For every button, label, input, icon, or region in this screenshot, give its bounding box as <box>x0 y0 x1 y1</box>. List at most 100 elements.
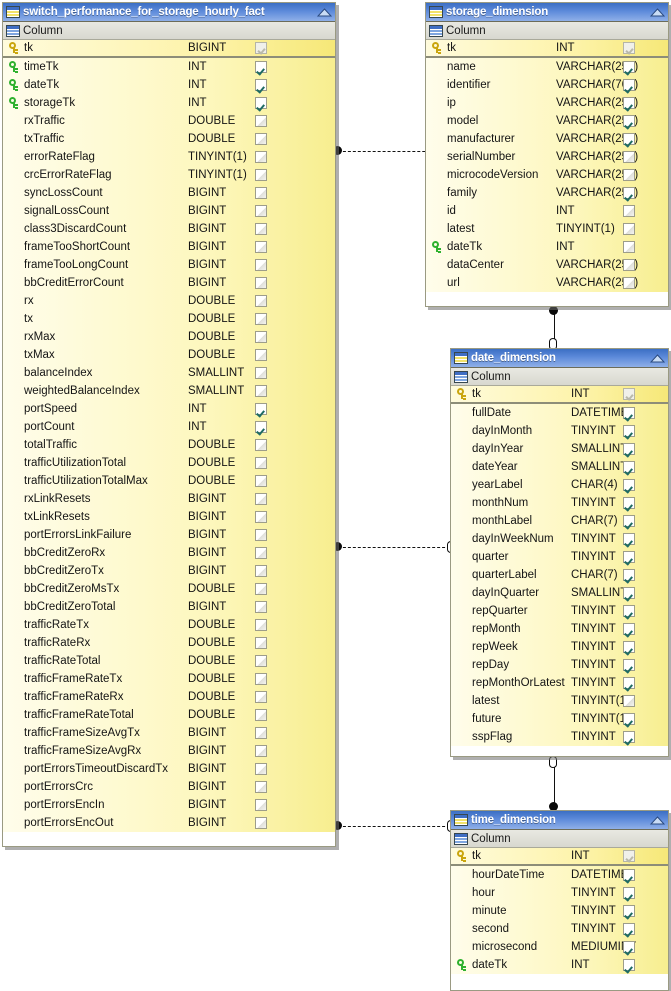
column-row[interactable]: signalLossCount BIGINT <box>3 202 335 220</box>
column-row[interactable]: dateTk INT <box>451 956 668 974</box>
column-row[interactable]: dateYear SMALLINT <box>451 458 668 476</box>
column-nullable-checkbox[interactable] <box>617 461 641 473</box>
column-nullable-checkbox[interactable] <box>617 388 641 400</box>
column-row[interactable]: portCount INT <box>3 418 335 436</box>
column-nullable-checkbox[interactable] <box>249 133 273 145</box>
column-row[interactable]: rxTraffic DOUBLE <box>3 112 335 130</box>
column-row[interactable]: rxLinkResets BIGINT <box>3 490 335 508</box>
column-nullable-checkbox[interactable] <box>249 151 273 163</box>
column-row[interactable]: serialNumber VARCHAR(255) <box>426 148 668 166</box>
column-row[interactable]: syncLossCount BIGINT <box>3 184 335 202</box>
column-nullable-checkbox[interactable] <box>249 277 273 289</box>
column-nullable-checkbox[interactable] <box>617 223 641 235</box>
column-row[interactable]: trafficFrameRateTx DOUBLE <box>3 670 335 688</box>
column-nullable-checkbox[interactable] <box>617 641 641 653</box>
column-row[interactable]: repDay TINYINT <box>451 656 668 674</box>
column-nullable-checkbox[interactable] <box>249 565 273 577</box>
column-nullable-checkbox[interactable] <box>249 205 273 217</box>
column-nullable-checkbox[interactable] <box>249 781 273 793</box>
column-row[interactable]: portErrorsTimeoutDiscardTx BIGINT <box>3 760 335 778</box>
column-nullable-checkbox[interactable] <box>249 79 273 91</box>
column-nullable-checkbox[interactable] <box>249 727 273 739</box>
column-row[interactable]: monthNum TINYINT <box>451 494 668 512</box>
column-nullable-checkbox[interactable] <box>617 713 641 725</box>
entity-switch-performance-for-storage-hourly-fact[interactable]: switch_performance_for_storage_hourly_fa… <box>2 2 336 847</box>
column-row[interactable]: dataCenter VARCHAR(255) <box>426 256 668 274</box>
column-nullable-checkbox[interactable] <box>249 583 273 595</box>
relationship-storage-to-date[interactable] <box>548 306 559 350</box>
entity-titlebar[interactable]: storage_dimension <box>426 3 668 22</box>
column-nullable-checkbox[interactable] <box>249 817 273 829</box>
column-row[interactable]: txMax DOUBLE <box>3 346 335 364</box>
column-row[interactable]: minute TINYINT <box>451 902 668 920</box>
column-nullable-checkbox[interactable] <box>249 97 273 109</box>
column-row[interactable]: portErrorsLinkFailure BIGINT <box>3 526 335 544</box>
column-nullable-checkbox[interactable] <box>249 745 273 757</box>
entity-time-dimension[interactable]: time_dimension Column tk INT hourDateTime D… <box>450 810 669 991</box>
column-row[interactable]: weightedBalanceIndex SMALLINT <box>3 382 335 400</box>
column-row[interactable]: portErrorsEncOut BIGINT <box>3 814 335 832</box>
column-row[interactable]: monthLabel CHAR(7) <box>451 512 668 530</box>
relationship-time-to-date[interactable] <box>548 756 559 811</box>
column-row[interactable]: dateTk INT <box>3 76 335 94</box>
column-nullable-checkbox[interactable] <box>617 42 641 54</box>
column-nullable-checkbox[interactable] <box>617 569 641 581</box>
column-row[interactable]: frameTooShortCount BIGINT <box>3 238 335 256</box>
column-nullable-checkbox[interactable] <box>617 115 641 127</box>
relationship-fact-to-time[interactable] <box>333 820 455 832</box>
column-nullable-checkbox[interactable] <box>249 763 273 775</box>
column-row[interactable]: trafficRateRx DOUBLE <box>3 634 335 652</box>
column-nullable-checkbox[interactable] <box>249 511 273 523</box>
column-nullable-checkbox[interactable] <box>617 533 641 545</box>
column-row[interactable]: yearLabel CHAR(4) <box>451 476 668 494</box>
column-row[interactable]: rxMax DOUBLE <box>3 328 335 346</box>
column-nullable-checkbox[interactable] <box>249 709 273 721</box>
column-row[interactable]: bbCreditZeroTx BIGINT <box>3 562 335 580</box>
column-nullable-checkbox[interactable] <box>617 205 641 217</box>
column-row[interactable]: storageTk INT <box>3 94 335 112</box>
column-nullable-checkbox[interactable] <box>617 551 641 563</box>
column-nullable-checkbox[interactable] <box>617 605 641 617</box>
column-row[interactable]: microcodeVersion VARCHAR(255) <box>426 166 668 184</box>
column-nullable-checkbox[interactable] <box>617 61 641 73</box>
column-nullable-checkbox[interactable] <box>617 97 641 109</box>
entity-titlebar[interactable]: date_dimension <box>451 349 668 368</box>
column-row[interactable]: repMonthOrLatest TINYINT <box>451 674 668 692</box>
column-row[interactable]: dateTk INT <box>426 238 668 256</box>
column-nullable-checkbox[interactable] <box>617 695 641 707</box>
column-nullable-checkbox[interactable] <box>249 619 273 631</box>
column-nullable-checkbox[interactable] <box>249 115 273 127</box>
column-nullable-checkbox[interactable] <box>249 457 273 469</box>
column-nullable-checkbox[interactable] <box>249 169 273 181</box>
column-row[interactable]: quarterLabel CHAR(7) <box>451 566 668 584</box>
column-nullable-checkbox[interactable] <box>249 799 273 811</box>
column-nullable-checkbox[interactable] <box>249 421 273 433</box>
column-row[interactable]: dayInQuarter SMALLINT <box>451 584 668 602</box>
column-nullable-checkbox[interactable] <box>617 887 641 899</box>
triangle-up-icon[interactable] <box>649 5 666 19</box>
column-row[interactable]: trafficRateTotal DOUBLE <box>3 652 335 670</box>
column-nullable-checkbox[interactable] <box>249 673 273 685</box>
column-row[interactable]: second TINYINT <box>451 920 668 938</box>
column-row[interactable]: id INT <box>426 202 668 220</box>
column-row[interactable]: model VARCHAR(255) <box>426 112 668 130</box>
entity-titlebar[interactable]: time_dimension <box>451 811 668 830</box>
column-nullable-checkbox[interactable] <box>617 923 641 935</box>
column-nullable-checkbox[interactable] <box>249 493 273 505</box>
column-nullable-checkbox[interactable] <box>249 61 273 73</box>
column-nullable-checkbox[interactable] <box>249 313 273 325</box>
column-row[interactable]: hour TINYINT <box>451 884 668 902</box>
column-row[interactable]: fullDate DATETIME <box>451 404 668 422</box>
column-row[interactable]: microsecond MEDIUMINT <box>451 938 668 956</box>
column-row[interactable]: txLinkResets BIGINT <box>3 508 335 526</box>
column-row[interactable]: errorRateFlag TINYINT(1) <box>3 148 335 166</box>
column-nullable-checkbox[interactable] <box>617 133 641 145</box>
column-row[interactable]: tk BIGINT <box>3 40 335 58</box>
column-nullable-checkbox[interactable] <box>617 905 641 917</box>
column-row[interactable]: bbCreditErrorCount BIGINT <box>3 274 335 292</box>
column-nullable-checkbox[interactable] <box>249 439 273 451</box>
column-row[interactable]: tk INT <box>451 386 668 404</box>
column-nullable-checkbox[interactable] <box>617 515 641 527</box>
column-nullable-checkbox[interactable] <box>617 443 641 455</box>
column-nullable-checkbox[interactable] <box>617 425 641 437</box>
